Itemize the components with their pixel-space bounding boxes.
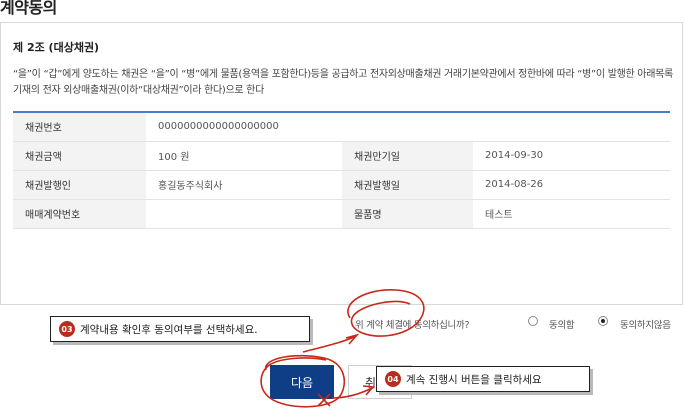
table-row: 채권금액 100 원 채권만기일 2014-09-30 bbox=[13, 141, 670, 171]
agree-radio-label[interactable]: 동의함 bbox=[549, 317, 575, 331]
table-row: 매매계약번호 물품명 테스트 bbox=[13, 199, 670, 229]
contract-panel: 제 2조 (대상채권) “을”이 “갑”에게 양도하는 채권은 “을”이 “병”… bbox=[0, 22, 683, 305]
step-4-callout: 04 계속 진행시 버튼을 클릭하세요 bbox=[376, 366, 590, 392]
issuer-value: 홍길동주식회사 bbox=[146, 170, 342, 200]
step-3-badge: 03 bbox=[59, 321, 75, 337]
step-4-text: 계속 진행시 버튼을 클릭하세요 bbox=[406, 373, 542, 386]
table-row: 채권발행인 홍길동주식회사 채권발행일 2014-08-26 bbox=[13, 170, 670, 200]
disagree-radio[interactable] bbox=[598, 316, 608, 326]
issue-date-label: 채권발행일 bbox=[342, 170, 473, 200]
step-4-badge: 04 bbox=[385, 371, 401, 387]
table-row: 채권번호 0000000000000000000 bbox=[13, 112, 670, 142]
contract-number-value bbox=[146, 199, 342, 229]
item-name-value: 테스트 bbox=[473, 199, 670, 229]
item-name-label: 물품명 bbox=[342, 199, 473, 229]
step-3-text: 계약내용 확인후 동의여부를 선택하세요. bbox=[80, 323, 258, 336]
question-arrow-mark bbox=[302, 333, 360, 353]
bond-amount-value: 100 원 bbox=[146, 141, 342, 171]
disagree-radio-label[interactable]: 동의하지않음 bbox=[620, 317, 671, 331]
article-title: 제 2조 (대상채권) bbox=[13, 41, 100, 54]
agreement-question: 위 계약 체결에 동의하십니까? bbox=[355, 320, 470, 331]
article-body: “을”이 “갑”에게 양도하는 채권은 “을”이 “병”에게 물품(용역을 포함… bbox=[13, 69, 673, 96]
maturity-date-value: 2014-09-30 bbox=[473, 141, 670, 171]
bond-amount-label: 채권금액 bbox=[13, 141, 146, 171]
bond-number-label: 채권번호 bbox=[13, 112, 146, 142]
issue-date-value: 2014-08-26 bbox=[473, 170, 670, 200]
maturity-date-label: 채권만기일 bbox=[342, 141, 473, 171]
bond-number-value: 0000000000000000000 bbox=[146, 112, 670, 142]
next-button[interactable]: 다음 bbox=[270, 365, 334, 399]
issuer-label: 채권발행인 bbox=[13, 170, 146, 200]
bond-info-table: 채권번호 0000000000000000000 채권금액 100 원 채권만기… bbox=[13, 111, 670, 229]
agree-radio[interactable] bbox=[528, 316, 538, 326]
page-title: 계약동의 bbox=[0, 0, 57, 17]
step-3-callout: 03 계약내용 확인후 동의여부를 선택하세요. bbox=[50, 316, 310, 342]
contract-number-label: 매매계약번호 bbox=[13, 199, 146, 229]
